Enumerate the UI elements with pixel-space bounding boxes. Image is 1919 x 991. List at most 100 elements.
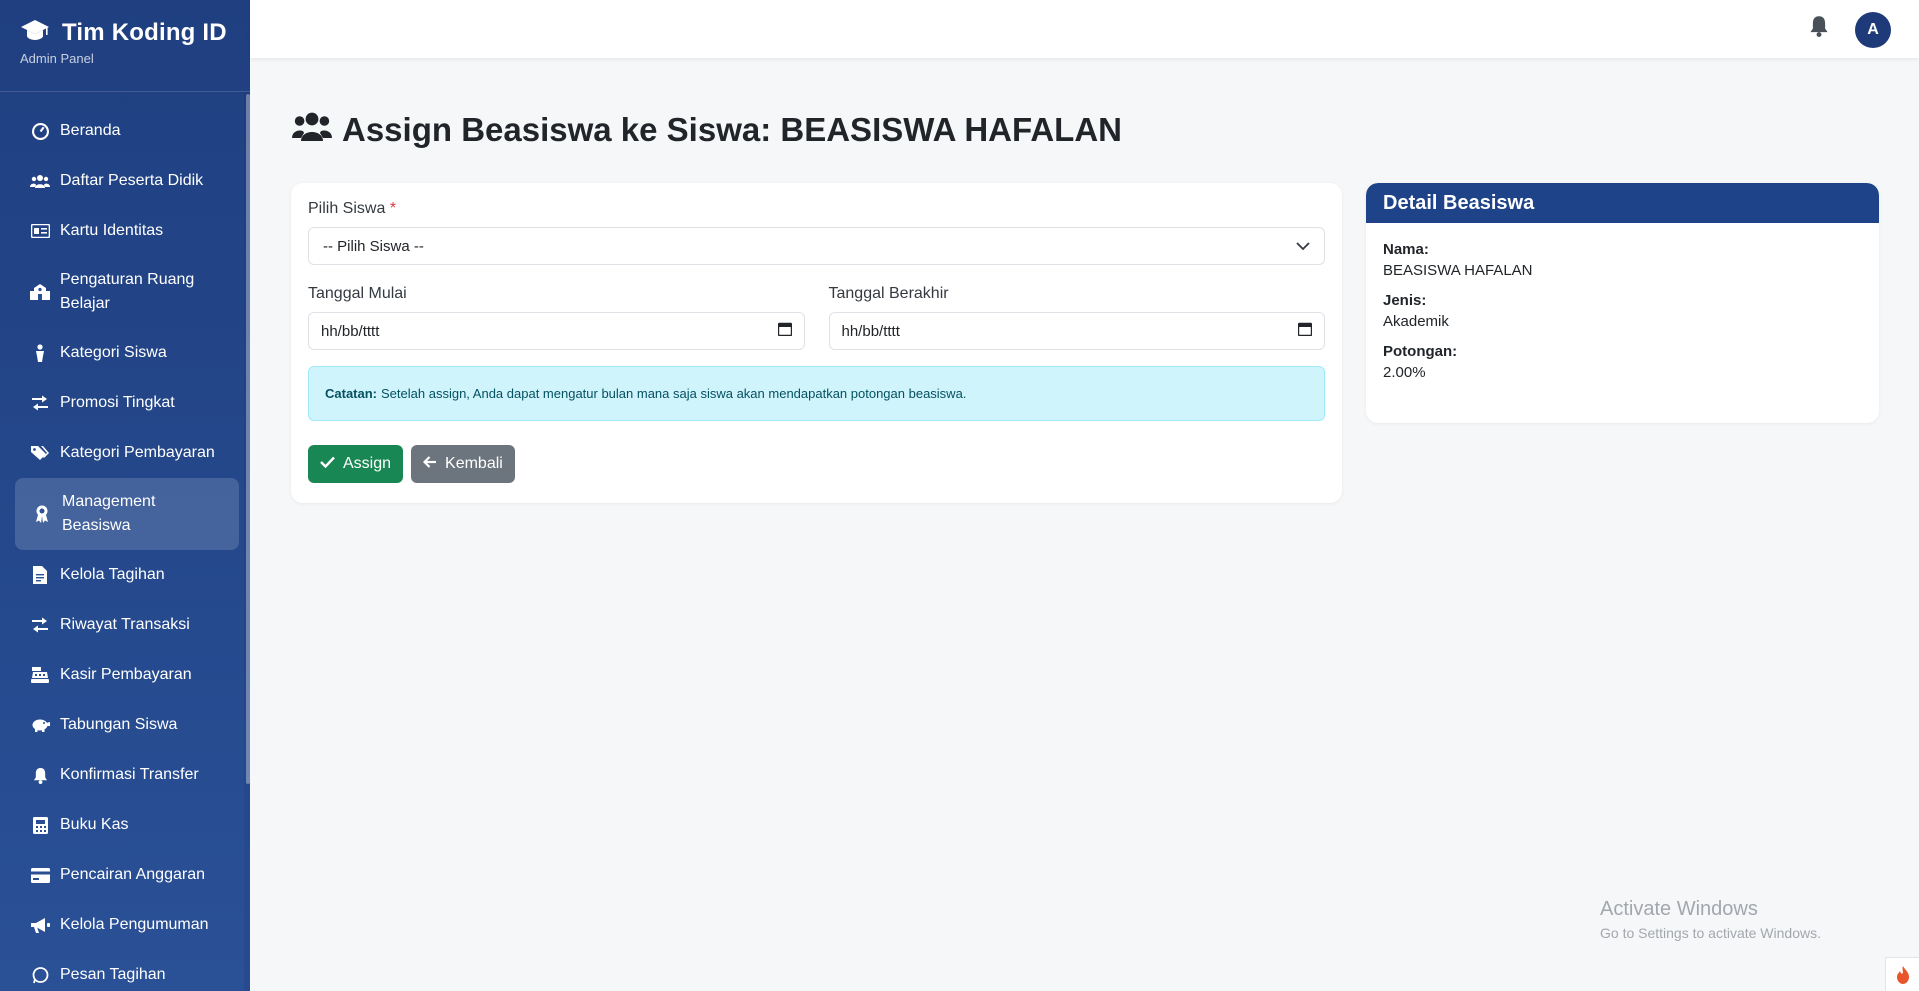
assign-button-label: Assign [343,455,392,472]
sidebar-item-label: Konfirmasi Transfer [60,766,199,783]
info-note: Catatan: Setelah assign, Anda dapat meng… [308,366,1325,421]
sidebar-item-kategori-pembayaran[interactable]: Kategori Pembayaran [0,428,250,478]
bell-icon [30,765,50,785]
siswa-select-value: -- Pilih Siswa -- [323,237,424,255]
arrow-left-icon [422,455,437,473]
note-title: Catatan: [325,386,378,401]
brand-subtitle: Admin Panel [20,51,94,66]
nama-label: Nama: [1383,241,1429,258]
sidebar-item-kasir-pembayaran[interactable]: Kasir Pembayaran [0,650,250,700]
back-button[interactable]: Kembali [411,445,515,483]
calendar-icon[interactable] [1297,322,1313,340]
sidebar-item-kartu-identitas[interactable]: Kartu Identitas [0,206,250,256]
sidebar-item-label: Kategori Pembayaran [60,444,215,461]
sidebar-item-konfirmasi-transfer[interactable]: Konfirmasi Transfer [0,750,250,800]
detail-beasiswa-title: Detail Beasiswa [1366,183,1879,223]
sidebar-item-label: Kartu Identitas [60,222,164,239]
sidebar-item-label: Beranda [60,122,121,139]
id-card-icon [30,221,50,241]
siswa-label-text: Pilih Siswa [308,200,386,217]
potongan-label: Potongan: [1383,343,1458,360]
brand-title: Tim Koding ID [62,18,227,46]
topbar: A [250,0,1919,58]
tanggal-berakhir-input[interactable]: hh/bb/tttt [828,312,1325,350]
book-icon [30,815,50,835]
jenis-label: Jenis: [1383,292,1427,309]
assign-button[interactable]: Assign [308,445,404,483]
exchange-icon [30,615,50,635]
tanggal-berakhir-label: Tanggal Berakhir [828,285,949,302]
watermark-line2: Go to Settings to activate Windows. [1600,925,1821,941]
date-row: Tanggal Mulai hh/bb/tttt Tanggal Berakhi… [308,285,1325,350]
sidebar-item-kategori-siswa[interactable]: Kategori Siswa [0,328,250,378]
sidebar-item-label: Promosi Tingkat [60,394,175,411]
sidebar-item-riwayat-transaksi[interactable]: Riwayat Transaksi [0,600,250,650]
detail-beasiswa-body: Nama: BEASISWA HAFALAN Jenis: Akademik P… [1366,223,1879,412]
assign-form-card: Pilih Siswa * -- Pilih Siswa -- Tanggal … [291,183,1342,503]
required-mark: * [389,200,397,217]
nama-value: BEASISWA HAFALAN [1383,262,1533,279]
sidebar-item-buku-kas[interactable]: Buku Kas [0,800,250,850]
sidebar-item-label: Pesan Tagihan [60,966,166,983]
sidebar: Tim Koding ID Admin Panel Beranda Daftar… [0,0,250,991]
sidebar-scrollbar-thumb[interactable] [246,94,250,784]
sidebar-item-beranda[interactable]: Beranda [0,106,250,156]
sidebar-item-label: Pencairan Anggaran [60,866,205,883]
sidebar-item-label: Tabungan Siswa [60,716,178,733]
tanggal-mulai-group: Tanggal Mulai hh/bb/tttt [308,285,805,350]
watermark-line1: Activate Windows [1600,898,1758,920]
tags-icon [30,443,50,463]
megaphone-icon [30,915,50,935]
calendar-icon[interactable] [777,322,792,340]
notification-bell-icon[interactable] [1809,15,1829,39]
back-button-label: Kembali [445,455,503,472]
avatar[interactable]: A [1855,12,1891,48]
tanggal-mulai-value: hh/bb/tttt [321,322,380,340]
cash-register-icon [30,665,50,685]
tanggal-berakhir-value: hh/bb/tttt [841,322,900,340]
users-icon [30,171,50,191]
sidebar-item-management-beasiswa[interactable]: Management Beasiswa [15,478,239,550]
tanggal-mulai-input[interactable]: hh/bb/tttt [308,312,805,350]
check-icon [320,455,335,473]
sidebar-item-label: Management Beasiswa [62,493,156,534]
person-icon [30,343,50,363]
users-icon [292,110,332,150]
invoice-icon [30,565,50,585]
potongan-value: 2.00% [1383,364,1426,381]
tanggal-berakhir-group: Tanggal Berakhir hh/bb/tttt [828,285,1325,350]
detail-beasiswa-card: Detail Beasiswa Nama: BEASISWA HAFALAN J… [1366,183,1879,423]
siswa-label: Pilih Siswa * [308,200,1325,218]
piggy-bank-icon [30,715,50,735]
sidebar-item-kelola-tagihan[interactable]: Kelola Tagihan [0,550,250,600]
award-icon [32,504,52,524]
form-actions: Assign Kembali [308,445,1325,483]
sidebar-nav: Beranda Daftar Peserta Didik Kartu Ident… [0,92,250,991]
brand[interactable]: Tim Koding ID Admin Panel [0,0,250,92]
page-title: Assign Beasiswa ke Siswa: BEASISWA HAFAL… [292,110,1122,150]
card-icon [30,865,50,885]
sidebar-item-tabungan-siswa[interactable]: Tabungan Siswa [0,700,250,750]
sidebar-item-kelola-pengumuman[interactable]: Kelola Pengumuman [0,900,250,950]
sidebar-item-daftar-peserta-didik[interactable]: Daftar Peserta Didik [0,156,250,206]
sidebar-item-label: Pengaturan Ruang Belajar [60,271,195,312]
sidebar-item-pesan-tagihan[interactable]: Pesan Tagihan [0,950,250,991]
sidebar-item-pengaturan-ruang-belajar[interactable]: Pengaturan Ruang Belajar [0,256,250,328]
flame-icon[interactable] [1885,957,1919,991]
sidebar-item-label: Riwayat Transaksi [60,616,190,633]
note-text: Setelah assign, Anda dapat mengatur bula… [381,386,967,401]
sidebar-item-label: Kasir Pembayaran [60,666,192,683]
tanggal-mulai-label: Tanggal Mulai [308,285,407,302]
sidebar-item-promosi-tingkat[interactable]: Promosi Tingkat [0,378,250,428]
school-icon [30,282,50,302]
sidebar-item-label: Kelola Pengumuman [60,916,209,933]
siswa-select[interactable]: -- Pilih Siswa -- [308,227,1325,265]
graduation-cap-icon [20,18,50,47]
windows-activation-watermark: Activate Windows Go to Settings to activ… [1600,898,1821,941]
whatsapp-icon [30,965,50,985]
chevron-down-icon [1296,238,1310,255]
dashboard-icon [30,121,50,141]
sidebar-item-pencairan-anggaran[interactable]: Pencairan Anggaran [0,850,250,900]
jenis-value: Akademik [1383,313,1449,330]
sidebar-item-label: Buku Kas [60,816,129,833]
